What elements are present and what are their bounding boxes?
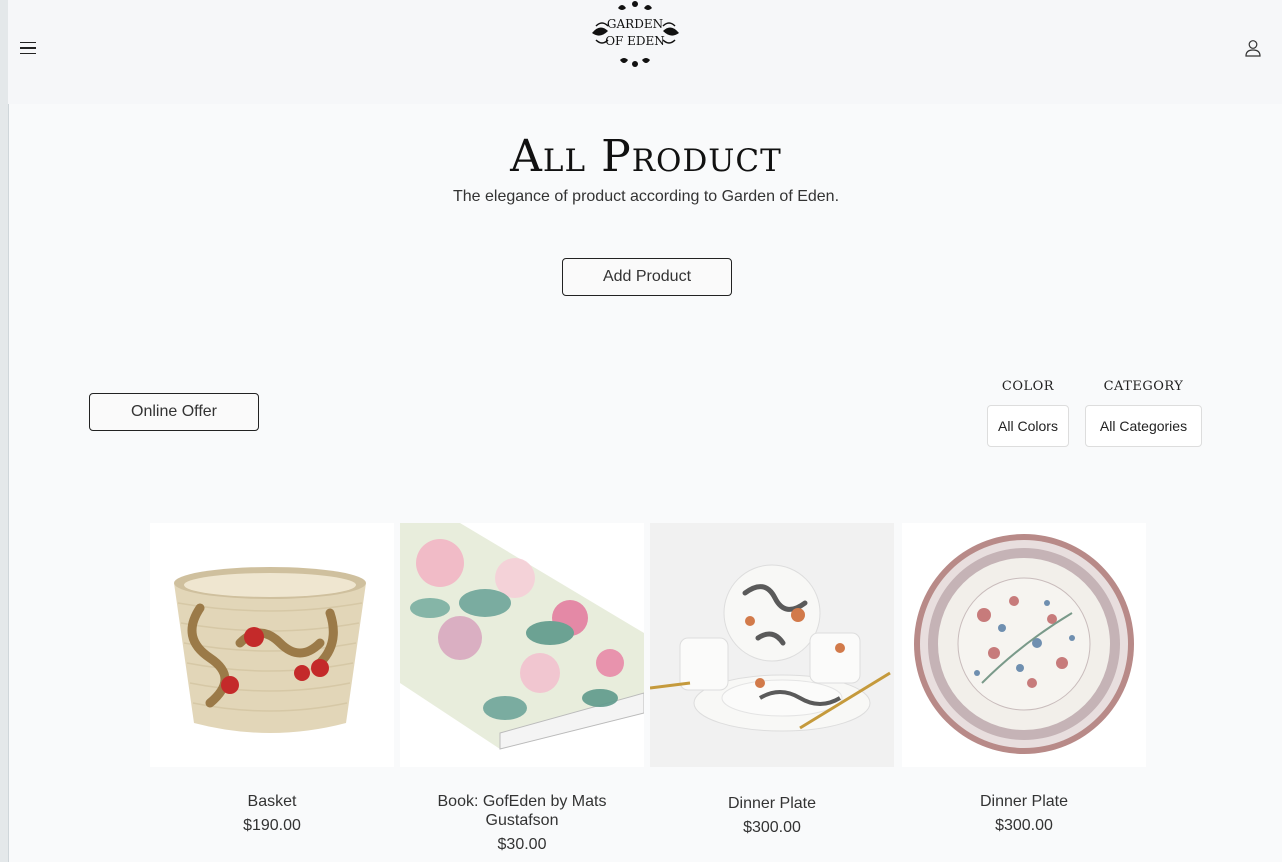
product-card[interactable]: Book: GofEden by Mats Gustafson $30.00 <box>400 523 644 854</box>
window-left-edge <box>0 0 9 862</box>
product-price: $190.00 <box>243 817 301 834</box>
product-image-dinner-plate-set[interactable] <box>650 523 894 767</box>
site-header: GARDEN OF EDEN <box>8 0 1282 104</box>
add-product-button[interactable]: Add Product <box>562 258 732 296</box>
hamburger-menu-icon[interactable] <box>20 38 38 58</box>
category-filter-label: CATEGORY <box>1103 379 1184 394</box>
logo-emblem-icon: GARDEN OF EDEN <box>592 1 679 67</box>
product-name[interactable]: Dinner Plate <box>650 794 894 813</box>
svg-text:GARDEN: GARDEN <box>607 17 663 31</box>
product-card[interactable]: Basket $190.00 <box>150 523 394 835</box>
page-title: All Product <box>510 131 782 182</box>
product-price: $30.00 <box>497 836 547 853</box>
product-image-dinner-plate[interactable] <box>902 523 1146 767</box>
product-name[interactable]: Basket <box>150 792 394 811</box>
product-card[interactable]: Dinner Plate $300.00 <box>650 523 894 837</box>
product-name[interactable]: Book: GofEden by Mats Gustafson <box>400 792 644 830</box>
product-image-book[interactable] <box>400 523 644 767</box>
garden-of-eden-logo[interactable]: GARDEN OF EDEN <box>578 0 693 70</box>
color-filter-select[interactable]: All Colors <box>987 405 1069 447</box>
user-icon[interactable] <box>1244 39 1262 57</box>
product-card[interactable]: Dinner Plate $300.00 <box>902 523 1146 835</box>
product-name[interactable]: Dinner Plate <box>902 792 1146 811</box>
product-price: $300.00 <box>995 817 1053 834</box>
product-image-basket[interactable] <box>150 523 394 767</box>
svg-text:OF EDEN: OF EDEN <box>605 34 665 48</box>
category-filter-select[interactable]: All Categories <box>1085 405 1202 447</box>
page-subtitle: The elegance of product according to Gar… <box>452 188 840 205</box>
color-filter-label: COLOR <box>1001 379 1055 394</box>
online-offer-button[interactable]: Online Offer <box>89 393 259 431</box>
product-price: $300.00 <box>743 819 801 836</box>
